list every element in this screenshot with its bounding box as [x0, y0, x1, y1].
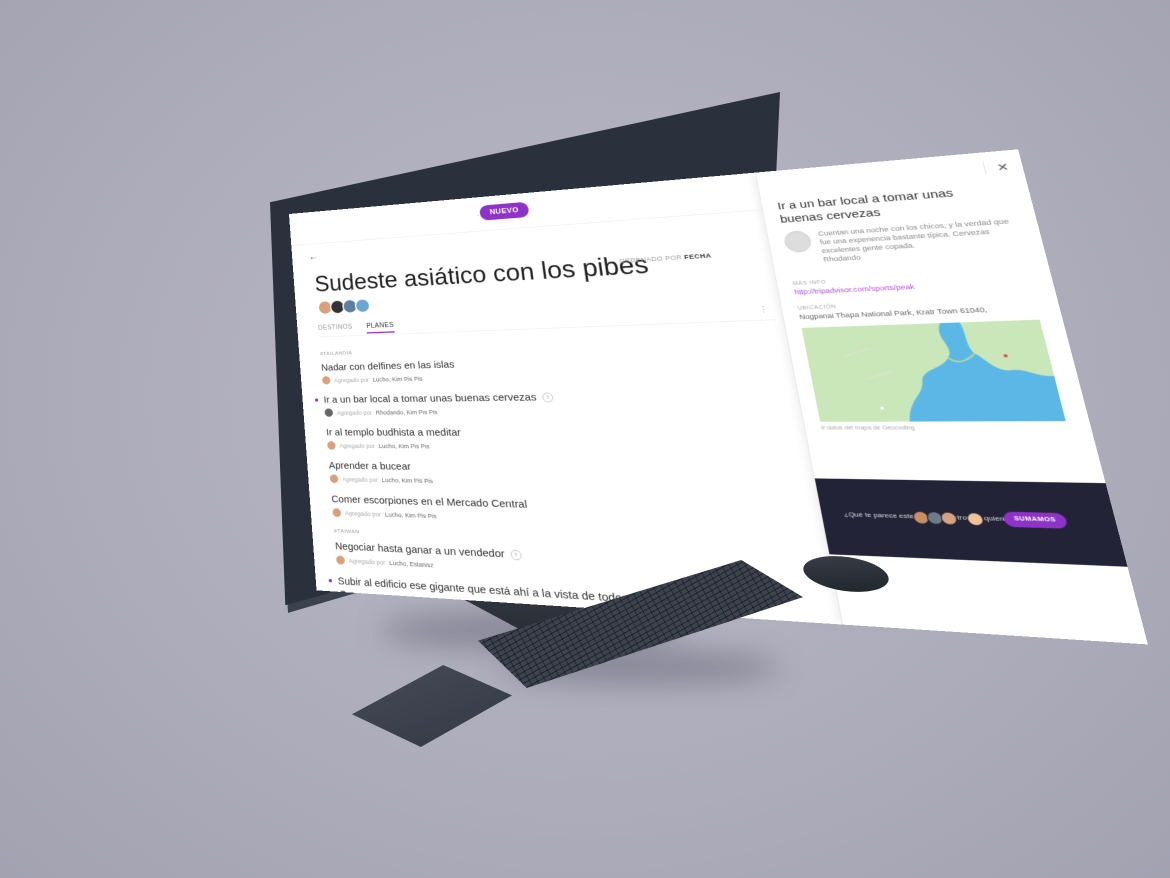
added-by-label: Agregado por — [344, 509, 382, 518]
avatar — [321, 376, 331, 385]
plan-meta: Agregado por Lucho, Kim Pis Pis — [326, 441, 778, 453]
join-banner: ¿Qué te parece este plan? Los otros ya q… — [814, 478, 1128, 567]
added-by-label: Agregado por — [348, 557, 386, 566]
new-plan-button[interactable]: NUEVO — [479, 201, 530, 221]
plan-author: Lucho, Kim Pis Pis — [372, 375, 423, 383]
avatar — [329, 474, 339, 484]
map-caption: Ir datos del mapa de Geocoding — [820, 425, 916, 432]
plan-title: Ir al templo budhista a meditar — [325, 426, 462, 439]
panel-divider — [982, 161, 987, 175]
list-item[interactable]: Comer escorpiones en el Mercado Central … — [331, 494, 792, 533]
avatar[interactable] — [354, 297, 371, 314]
plan-author: Lucho, Estanisz — [389, 559, 434, 569]
tab-options-icon[interactable]: ⋮ — [758, 304, 769, 314]
list-item[interactable]: Ir al templo budhista a meditar Agregado… — [326, 426, 778, 453]
list-item-selected[interactable]: Ir a un bar local a tomar unas buenas ce… — [323, 388, 770, 417]
question-icon[interactable]: ? — [541, 392, 554, 403]
list-item[interactable]: Aprender a bucear Agregado por Lucho, Ki… — [328, 460, 785, 493]
plan-title: Nadar con delfines en las islas — [320, 358, 455, 374]
plan-author: Lucho, Kim Pis Pis — [378, 442, 430, 450]
added-by-label: Agregado por — [339, 442, 376, 450]
question-icon[interactable]: ? — [509, 549, 522, 561]
avatar — [332, 508, 342, 518]
added-by-label: Agregado por — [333, 376, 370, 384]
avatar — [782, 230, 813, 253]
added-by-label: Agregado por — [351, 592, 389, 602]
location-label: UBICACIÓN — [797, 304, 837, 312]
tab-destinos[interactable]: DESTINOS — [318, 324, 353, 336]
avatar — [324, 408, 334, 417]
close-icon[interactable]: ✕ — [996, 161, 1011, 174]
member-avatars[interactable] — [317, 297, 371, 316]
plan-meta: Agregado por Rhodando, Kim Pis Pis — [324, 405, 770, 417]
plan-author: Rhodando, Estanisz — [392, 594, 450, 606]
plan-meta: Agregado por Lucho, Kim Pis Pis — [332, 508, 792, 533]
plan-author: Lucho, Kim Pis Pis — [381, 476, 434, 485]
location-map[interactable] — [801, 319, 1066, 422]
plan-title: Ir a un bar local a tomar unas buenas ce… — [323, 391, 538, 406]
plan-author: Lucho, Kim Pis Pis — [384, 510, 437, 520]
avatar — [335, 555, 346, 565]
arrow-left-icon[interactable]: ← — [309, 251, 319, 262]
tab-planes[interactable]: PLANES — [366, 321, 395, 334]
trackpad — [352, 665, 512, 747]
more-info-label: MÁS INFO — [792, 279, 827, 287]
join-button[interactable]: SUMAMOS — [1002, 511, 1069, 529]
added-by-label: Agregado por — [341, 475, 379, 483]
list-item[interactable]: Nadar con delfines en las islas Agregado… — [321, 351, 764, 385]
avatar — [326, 441, 336, 450]
panel-description-block: Cuentan una noche con los chicos, y la v… — [817, 216, 1022, 264]
plan-meta: Agregado por Lucho, Kim Pis Pis — [329, 474, 785, 492]
added-by-label: Agregado por — [336, 409, 373, 416]
map-graphic — [801, 319, 1055, 422]
plan-author: Rhodando, Kim Pis Pis — [375, 408, 438, 416]
plan-title: Aprender a bucear — [328, 460, 412, 473]
sort-value: FECHA — [683, 252, 712, 261]
page-title: Sudeste asiático con los pibes — [313, 250, 651, 297]
